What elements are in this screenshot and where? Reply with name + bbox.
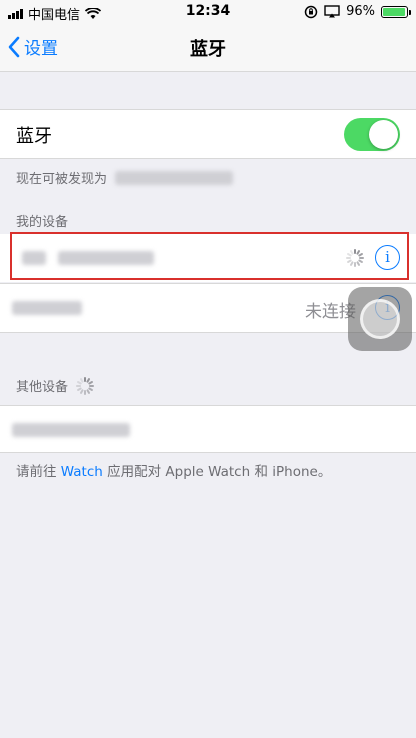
highlight-box [10,232,409,280]
battery-percent: 96% [346,4,375,19]
assistive-touch-ring [360,299,400,339]
screen-mirroring-icon [324,5,340,18]
status-bar: 中国电信 12:34 96% [0,0,416,23]
watch-pairing-note: 请前往 Watch 应用配对 Apple Watch 和 iPhone。 [16,460,331,480]
battery-icon [381,5,411,18]
device-name-redacted [12,301,82,315]
device-name-redacted [115,170,234,185]
bluetooth-label: 蓝牙 [16,126,52,147]
watch-note-before: 请前往 [16,464,61,480]
other-devices-header: 其他设备 [16,376,95,395]
my-devices-label: 我的设备 [16,215,69,230]
toggle-knob [369,120,398,149]
status-right: 96% [304,4,411,19]
watch-app-link[interactable]: Watch [61,464,103,480]
other-device-row[interactable] [0,405,416,453]
bluetooth-toggle[interactable] [344,118,400,151]
page-title: 蓝牙 [190,39,226,60]
watch-note-after: 应用配对 Apple Watch 和 iPhone。 [102,464,332,480]
rotation-lock-icon [304,5,318,18]
searching-spinner-icon [76,376,95,395]
assistive-touch-button[interactable] [348,287,412,351]
device-name-redacted [12,423,130,437]
other-devices-label: 其他设备 [16,380,69,395]
discoverable-prefix: 现在可被发现为 [16,172,108,187]
bluetooth-toggle-row: 蓝牙 [0,109,416,159]
my-devices-header: 我的设备 [16,211,68,230]
nav-bar: 设置 蓝牙 [0,22,416,72]
battery-fill [383,7,406,16]
discoverable-note: 现在可被发现为 [16,168,234,187]
battery-tip [409,9,411,15]
